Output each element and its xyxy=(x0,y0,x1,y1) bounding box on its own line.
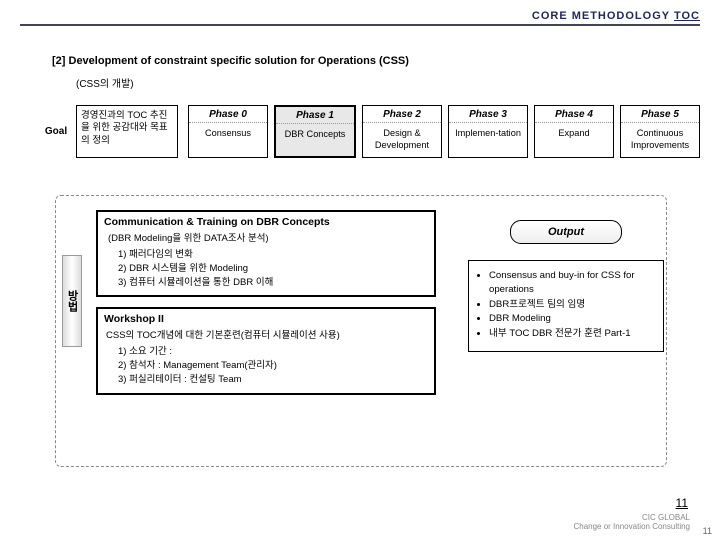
list-item: 2) 참석자 : Management Team(관리자) xyxy=(118,359,428,373)
list-item: Consensus and buy-in for CSS for operati… xyxy=(489,269,655,298)
header-title: CORE METHODOLOGY xyxy=(532,10,670,22)
section-subtitle: (CSS의 개발) xyxy=(76,75,134,90)
phase-title: Phase 1 xyxy=(276,107,354,124)
phase-title: Phase 5 xyxy=(621,106,699,123)
workshop-box: Workshop II CSS의 TOC개념에 대한 기본훈련(컴퓨터 시뮬레이… xyxy=(96,307,436,394)
phase-2: Phase 2 Design & Development xyxy=(362,105,442,158)
list-item: DBR프로젝트 팀의 임명 xyxy=(489,298,655,312)
phase-0: Phase 0 Consensus xyxy=(188,105,268,158)
footer-page-number: 11 xyxy=(703,526,712,536)
list-item: 2) DBR 시스템을 위한 Modeling xyxy=(118,262,428,276)
list-item: 1) 패러다임의 변화 xyxy=(118,248,428,262)
goal-label: Goal xyxy=(42,105,70,158)
phase-body: Design & Development xyxy=(363,123,441,157)
phase-row: Goal 경영진과의 TOC 추진을 위한 공감대와 목표의 정의 Phase … xyxy=(42,105,700,158)
phase-title: Phase 4 xyxy=(535,106,613,123)
output-badge: Output xyxy=(510,220,622,244)
list-item: 3) 컴퓨터 시뮬레이션을 통한 DBR 이해 xyxy=(118,276,428,290)
list-item: 내부 TOC DBR 전문가 훈련 Part-1 xyxy=(489,327,655,341)
phase-1: Phase 1 DBR Concepts xyxy=(274,105,356,158)
ws-sub: CSS의 TOC개념에 대한 기본훈련(컴퓨터 시뮬레이션 사용) xyxy=(106,327,428,341)
ws-list: 1) 소요 기간 : 2) 참석자 : Management Team(관리자)… xyxy=(118,345,428,386)
list-item: DBR Modeling xyxy=(489,312,655,326)
phase-4: Phase 4 Expand xyxy=(534,105,614,158)
phase-body: Implemen-tation xyxy=(449,123,527,146)
phase-title: Phase 3 xyxy=(449,106,527,123)
ws-title: Workshop II xyxy=(104,313,428,325)
page-number: 11 xyxy=(676,496,688,510)
output-box: Consensus and buy-in for CSS for operati… xyxy=(468,260,664,352)
phase-body: Expand xyxy=(535,123,613,146)
phase-3: Phase 3 Implemen-tation xyxy=(448,105,528,158)
section-title: [2] Development of constraint specific s… xyxy=(52,55,409,67)
left-block: Communication & Training on DBR Concepts… xyxy=(96,210,436,395)
phase-title: Phase 2 xyxy=(363,106,441,123)
phase-title: Phase 0 xyxy=(189,106,267,123)
list-item: 1) 소요 기간 : xyxy=(118,345,428,359)
footer-logo: CIC GLOBAL Change or Innovation Consulti… xyxy=(573,514,690,532)
header-bar: CORE METHODOLOGY TOC xyxy=(20,10,700,26)
header-toc: TOC xyxy=(674,10,700,22)
goal-desc: 경영진과의 TOC 추진을 위한 공감대와 목표의 정의 xyxy=(76,105,178,158)
comm-sub: (DBR Modeling을 위한 DATA조사 분석) xyxy=(108,230,428,244)
communication-box: Communication & Training on DBR Concepts… xyxy=(96,210,436,297)
comm-title: Communication & Training on DBR Concepts xyxy=(104,216,428,228)
phase-body: DBR Concepts xyxy=(276,124,354,147)
phase-5: Phase 5 Continuous Improvements xyxy=(620,105,700,158)
list-item: 3) 퍼실리테이터 : 컨설팅 Team xyxy=(118,373,428,387)
method-tab: 방법 xyxy=(62,255,82,347)
logo-sub: Change or Innovation Consulting xyxy=(573,523,690,532)
phase-body: Consensus xyxy=(189,123,267,146)
comm-list: 1) 패러다임의 변화 2) DBR 시스템을 위한 Modeling 3) 컴… xyxy=(118,248,428,289)
phase-body: Continuous Improvements xyxy=(621,123,699,157)
